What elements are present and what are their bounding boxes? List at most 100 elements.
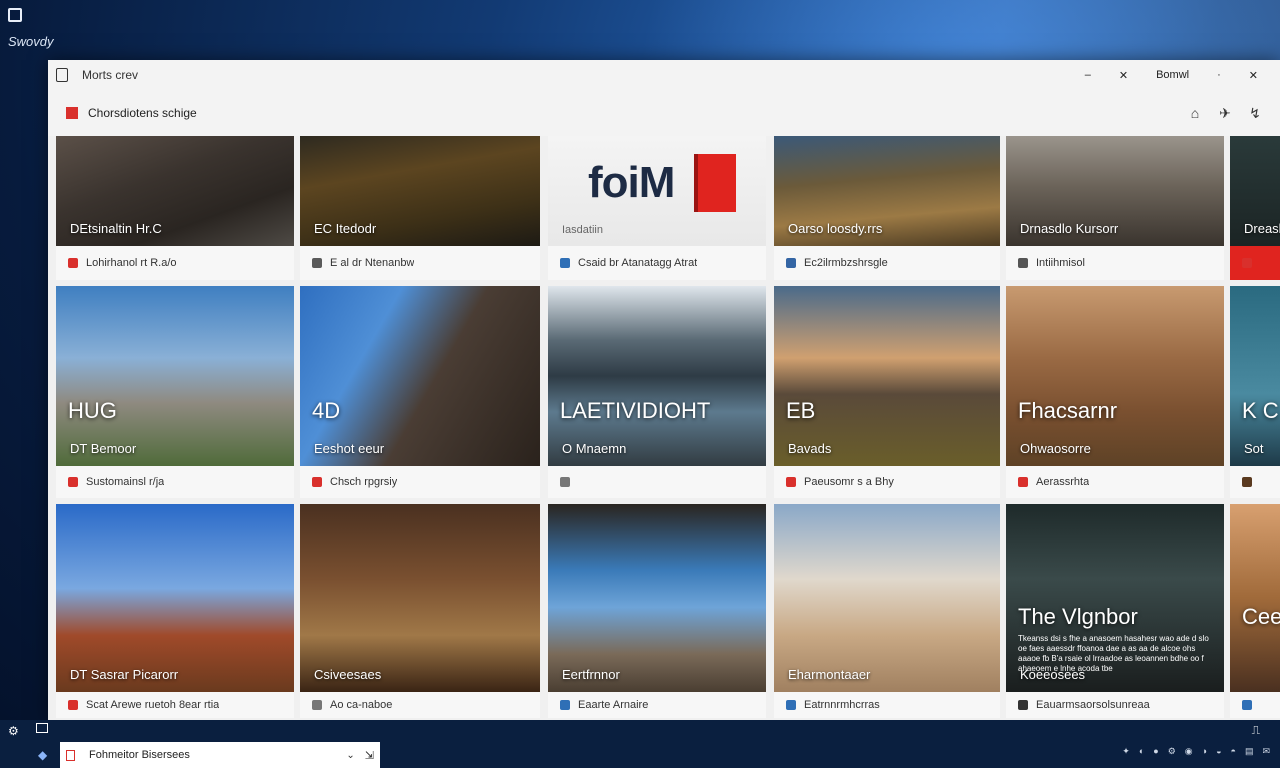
photo-tile[interactable]: Drnasdlo Kursorr Intiihmisol — [1006, 136, 1224, 280]
photo-tile[interactable]: K C Sot — [1230, 286, 1280, 498]
photo-meta-bar: Ao ca-naboe — [300, 692, 540, 718]
photo-thumbnail[interactable]: Fhacsarnr Ohwaosorre — [1006, 286, 1224, 466]
tray-icon[interactable]: ▤ — [1245, 746, 1254, 757]
photo-thumbnail[interactable]: DT Sasrar Picarorr — [56, 504, 294, 692]
photo-thumbnail[interactable]: Eharmontaaer — [774, 504, 1000, 692]
photo-overlay-title: Fhacsarnr — [1018, 398, 1118, 423]
photo-tile[interactable]: 4D Eeshot eeur Chsch rpgrsiy — [300, 286, 540, 498]
source-icon — [312, 700, 322, 710]
photo-tile[interactable]: EB Bavads Paeusomr s a Bhy — [774, 286, 1000, 498]
home-icon[interactable]: ⌂ — [1180, 105, 1210, 121]
start-gear-icon[interactable]: ⚙ — [8, 724, 19, 738]
photo-thumbnail[interactable]: 4D Eeshot eeur — [300, 286, 540, 466]
tray-icon[interactable]: ✉ — [1262, 746, 1270, 757]
photo-tile[interactable]: Cee — [1230, 504, 1280, 718]
photo-tile[interactable]: Fhacsarnr Ohwaosorre Aerassrhta — [1006, 286, 1224, 498]
source-icon — [560, 258, 570, 268]
photo-thumbnail[interactable]: Drnasdlo Kursorr — [1006, 136, 1224, 246]
photo-thumbnail[interactable]: Dreasb — [1230, 136, 1280, 246]
share-icon[interactable]: ✈ — [1210, 105, 1240, 122]
photo-tile[interactable]: The Vlgnbor Tkeanss dsi s fhe a anasoem h… — [1006, 504, 1224, 718]
source-icon — [1018, 477, 1028, 487]
photo-tile[interactable]: Eertfrnnor Eaarte Arnaire — [548, 504, 766, 718]
photo-tile[interactable]: foiM Iasdatiin Csaid br Atanatagg Atrat — [548, 136, 766, 280]
minimize-button[interactable]: – — [1085, 69, 1091, 81]
source-icon — [1242, 258, 1252, 268]
photo-thumbnail[interactable]: Oarso loosdy.rrs — [774, 136, 1000, 246]
search-box[interactable]: Fohmeitor Bisersees ⌄ ⇲ — [60, 742, 380, 768]
tray-icon[interactable]: ◉ — [1185, 746, 1193, 757]
photo-meta-bar — [548, 466, 766, 498]
photo-meta-bar: Lohirhanol rt R.a/o — [56, 246, 294, 280]
photo-thumbnail[interactable]: foiM Iasdatiin — [548, 136, 766, 246]
open-icon[interactable]: ⇲ — [365, 749, 374, 762]
chevron-down-icon[interactable]: ⌄ — [346, 750, 354, 761]
tray-icon[interactable]: ◑ — [1202, 746, 1207, 757]
source-icon — [68, 258, 78, 268]
photo-tile[interactable]: Eharmontaaer Eatrnnrmhcrras — [774, 504, 1000, 718]
photo-thumbnail[interactable]: K C Sot — [1230, 286, 1280, 466]
source-icon — [1018, 258, 1028, 268]
app-icon — [56, 68, 68, 82]
tray-icon[interactable]: ● — [1153, 746, 1158, 757]
photo-caption: Eharmontaaer — [788, 667, 871, 682]
photo-caption: Koeeosees — [1020, 667, 1086, 682]
photo-overlay-title: 4D — [312, 398, 341, 423]
photo-tile[interactable]: LAETIVIDIOHT O Mnaemn — [548, 286, 766, 498]
source-icon — [786, 700, 796, 710]
photo-meta-text: Eatrnnrmhcrras — [804, 699, 880, 711]
photo-overlay-title: K C — [1242, 398, 1279, 423]
photo-meta-bar: Ec2ilrmbzshrsgle — [774, 246, 1000, 280]
photo-overlay-title: LAETIVIDIOHT — [560, 398, 711, 423]
title-bar[interactable]: Morts crev – ✕ Bomwl · ✕ — [48, 60, 1280, 90]
photo-tile[interactable]: Dreasb — [1230, 136, 1280, 280]
photo-tile[interactable]: EC Itedodr E al dr Ntenanbw — [300, 136, 540, 280]
sync-icon[interactable]: ↯ — [1240, 105, 1270, 122]
photo-caption: DT Bemoor — [70, 441, 137, 456]
task-view-icon[interactable] — [36, 723, 48, 733]
source-icon — [786, 477, 796, 487]
photo-meta-bar — [1230, 246, 1280, 280]
source-icon — [68, 477, 78, 487]
source-icon — [312, 258, 322, 268]
photo-caption: Eeshot eeur — [314, 441, 385, 456]
close-button[interactable]: ✕ — [1249, 69, 1258, 82]
source-icon — [1018, 700, 1028, 710]
photo-tile[interactable]: DT Sasrar Picarorr Scat Arewe ruetoh 8ear… — [56, 504, 294, 718]
photo-meta-bar — [1230, 692, 1280, 718]
photo-caption: Bavads — [788, 441, 832, 456]
photo-caption: Drnasdlo Kursorr — [1020, 221, 1119, 236]
photo-thumbnail[interactable]: HUG DT Bemoor — [56, 286, 294, 466]
photo-thumbnail[interactable]: DEtsinaltin Hr.C — [56, 136, 294, 246]
pinned-app-icon[interactable]: ◆ — [38, 748, 47, 762]
desktop-file-icon[interactable] — [8, 8, 22, 22]
tray-icon[interactable]: ◒ — [1216, 746, 1221, 757]
photo-meta-text: Scat Arewe ruetoh 8ear rtia — [86, 699, 220, 711]
photo-tile[interactable]: Oarso loosdy.rrs Ec2ilrmbzshrsgle — [774, 136, 1000, 280]
tray-icon[interactable]: ✦ — [1122, 746, 1130, 757]
tray-icon[interactable]: ⚙ — [1168, 746, 1176, 757]
photo-thumbnail[interactable]: The Vlgnbor Tkeanss dsi s fhe a anasoem h… — [1006, 504, 1224, 692]
photo-thumbnail[interactable]: Csiveesaes — [300, 504, 540, 692]
photo-tile[interactable]: DEtsinaltin Hr.C Lohirhanol rt R.a/o — [56, 136, 294, 280]
photo-thumbnail[interactable]: LAETIVIDIOHT O Mnaemn — [548, 286, 766, 466]
tray-icon[interactable]: ◐ — [1139, 746, 1144, 757]
more-button[interactable]: · — [1217, 69, 1221, 81]
desktop-icon-label: Swovdy — [8, 34, 54, 49]
photo-meta-bar: Paeusomr s a Bhy — [774, 466, 1000, 498]
photo-tile[interactable]: HUG DT Bemoor Sustomainsl r/ja — [56, 286, 294, 498]
notification-icon[interactable]: ⎍ — [1252, 723, 1260, 738]
account-button[interactable]: Bomwl — [1156, 69, 1189, 81]
photo-thumbnail[interactable]: Cee — [1230, 504, 1280, 692]
photo-meta-text: Csaid br Atanatagg Atrat — [578, 257, 698, 269]
tray-icon[interactable]: ◓ — [1231, 746, 1236, 757]
photo-meta-text: Ec2ilrmbzshrsgle — [804, 257, 888, 269]
photo-thumbnail[interactable]: Eertfrnnor — [548, 504, 766, 692]
pin-button[interactable]: ✕ — [1119, 69, 1128, 82]
photo-thumbnail[interactable]: EC Itedodr — [300, 136, 540, 246]
system-tray: ✦ ◐ ● ⚙ ◉ ◑ ◒ ◓ ▤ ✉ — [1122, 746, 1270, 757]
photo-meta-text: Intiihmisol — [1036, 257, 1085, 269]
photo-thumbnail[interactable]: EB Bavads — [774, 286, 1000, 466]
photo-tile[interactable]: Csiveesaes Ao ca-naboe — [300, 504, 540, 718]
photo-meta-bar: Eatrnnrmhcrras — [774, 692, 1000, 718]
